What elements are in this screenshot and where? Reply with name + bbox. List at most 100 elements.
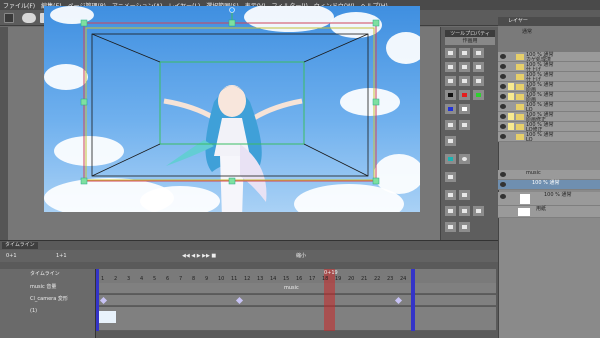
- layer-row[interactable]: 用紙: [498, 206, 600, 218]
- eye-icon[interactable]: [500, 74, 506, 79]
- layer-panel-header: レイヤー: [498, 17, 600, 26]
- character-and-camera: [80, 7, 380, 212]
- track-cel[interactable]: [96, 307, 496, 331]
- frame-tool-icon[interactable]: [459, 190, 470, 200]
- hand-tool-icon[interactable]: [445, 222, 456, 232]
- color-tag: [508, 113, 514, 120]
- color-swatch-blue-icon[interactable]: [445, 104, 456, 114]
- layer-row[interactable]: 100 % 通常 原画: [498, 92, 600, 103]
- marker-tool-icon[interactable]: [473, 48, 484, 58]
- eraser-tool-icon[interactable]: [459, 62, 470, 72]
- folder-icon: [516, 134, 524, 140]
- balloon-tool-icon[interactable]: [459, 154, 470, 164]
- layer-row[interactable]: 100 % 通常 原画修正: [498, 112, 600, 123]
- frame-number: 5: [153, 276, 157, 282]
- play-controls-icon[interactable]: ◀◀ ◀ ▶ ▶▶ ■: [182, 253, 216, 259]
- frame-number: 15: [283, 276, 290, 282]
- color-tag: [508, 133, 514, 140]
- frame-number: 18: [322, 276, 329, 282]
- layer-row[interactable]: 100 % 通常 LO: [498, 132, 600, 143]
- color-tag: [508, 53, 514, 60]
- tool-palette-title: 作画用: [445, 37, 495, 45]
- layer-row[interactable]: 100 % 通常 仕上げ: [498, 72, 600, 83]
- paper-thumbnail: [518, 208, 530, 216]
- figure-tool-icon[interactable]: [445, 190, 456, 200]
- decoration-tool-icon[interactable]: [445, 136, 456, 146]
- zoom-select[interactable]: 縮小: [296, 253, 306, 259]
- folder-icon: [516, 84, 524, 90]
- select-tool-icon[interactable]: [473, 206, 484, 216]
- blur-tool-icon[interactable]: [473, 62, 484, 72]
- move-tool-icon[interactable]: [459, 206, 470, 216]
- layer-row[interactable]: 100 % 通常 LO: [498, 102, 600, 113]
- timeline-controls: 0+1 1+1 ◀◀ ◀ ▶ ▶▶ ■ 縮小: [0, 250, 498, 262]
- airbrush-tool-icon[interactable]: [445, 76, 456, 86]
- text-tool-icon[interactable]: [445, 154, 456, 164]
- eye-icon[interactable]: [500, 114, 506, 119]
- eye-icon[interactable]: [500, 172, 506, 177]
- frame-number: 10: [218, 276, 225, 282]
- blend-tool-icon[interactable]: [445, 172, 456, 182]
- eye-icon[interactable]: [500, 134, 506, 139]
- frame-number: 24: [400, 276, 407, 282]
- frame-number: 4: [140, 276, 144, 282]
- frame-field[interactable]: 1+1: [56, 253, 67, 259]
- frame-number: 3: [127, 276, 131, 282]
- pencil-tool-icon[interactable]: [459, 48, 470, 58]
- frame-number: 11: [231, 276, 238, 282]
- color-swatch-red-icon[interactable]: [459, 90, 470, 100]
- pen-tool-icon[interactable]: [445, 48, 456, 58]
- color-swatch-black-icon[interactable]: [445, 90, 456, 100]
- frame-number: 13: [257, 276, 264, 282]
- tool-strip: [0, 27, 8, 240]
- line-tool-icon[interactable]: [445, 120, 456, 130]
- frame-number: 23: [387, 276, 394, 282]
- character-illustration: [163, 85, 303, 212]
- color-tag: [508, 63, 514, 70]
- eye-icon[interactable]: [500, 194, 506, 199]
- layer-properties-bar: 通常: [498, 26, 600, 52]
- eye-icon[interactable]: [500, 54, 506, 59]
- eye-icon[interactable]: [500, 104, 506, 109]
- gradient-tool-icon[interactable]: [473, 76, 484, 86]
- cel-thumbnail: [98, 311, 116, 323]
- track-label-music: music 音量: [30, 284, 57, 290]
- eye-icon[interactable]: [500, 84, 506, 89]
- brush-tool-icon[interactable]: [445, 62, 456, 72]
- fill-tool-icon[interactable]: [459, 76, 470, 86]
- folder-icon: [516, 124, 524, 130]
- eye-icon[interactable]: [22, 13, 36, 23]
- eye-icon[interactable]: [500, 182, 506, 187]
- layer-row-selected[interactable]: 100 % 通常: [498, 180, 600, 190]
- frame-number: 21: [361, 276, 368, 282]
- layer-row[interactable]: 100 % 通常 LO修正: [498, 122, 600, 133]
- layer-row[interactable]: 100 % 通常 仕上げ: [498, 62, 600, 73]
- frame-number: 17: [309, 276, 316, 282]
- menu-file[interactable]: ファイル(F): [3, 1, 35, 10]
- eye-icon[interactable]: [500, 124, 506, 129]
- color-swatch-green-icon[interactable]: [473, 90, 484, 100]
- color-swatch-white-icon[interactable]: [459, 104, 470, 114]
- timeline-tab[interactable]: タイムライン: [2, 242, 38, 249]
- eye-icon[interactable]: [500, 64, 506, 69]
- zoom-tool-icon[interactable]: [459, 222, 470, 232]
- track-music[interactable]: music: [96, 283, 496, 294]
- color-tag: [508, 93, 514, 100]
- ruler-tool-icon[interactable]: [445, 206, 456, 216]
- layer-row[interactable]: 100 % 通常 原画: [498, 82, 600, 93]
- curve-tool-icon[interactable]: [459, 120, 470, 130]
- layer-row[interactable]: 100 % 通常 カゲ処理済: [498, 52, 600, 63]
- canvas[interactable]: [44, 6, 420, 212]
- layer-name: 100 % 通常: [532, 180, 560, 186]
- timeline-ruler-label: タイムライン: [30, 271, 60, 277]
- layer-row[interactable]: music: [498, 170, 600, 180]
- eye-icon[interactable]: [500, 94, 506, 99]
- blend-mode-value[interactable]: 通常: [522, 29, 532, 35]
- end-marker[interactable]: [411, 269, 415, 331]
- folder-icon: [516, 54, 524, 60]
- layer-row[interactable]: 100 % 通常: [498, 192, 600, 206]
- menu-icon[interactable]: [4, 13, 14, 23]
- color-tag: [508, 83, 514, 90]
- layer-sub: LO: [526, 137, 533, 143]
- track-camera[interactable]: [96, 295, 496, 306]
